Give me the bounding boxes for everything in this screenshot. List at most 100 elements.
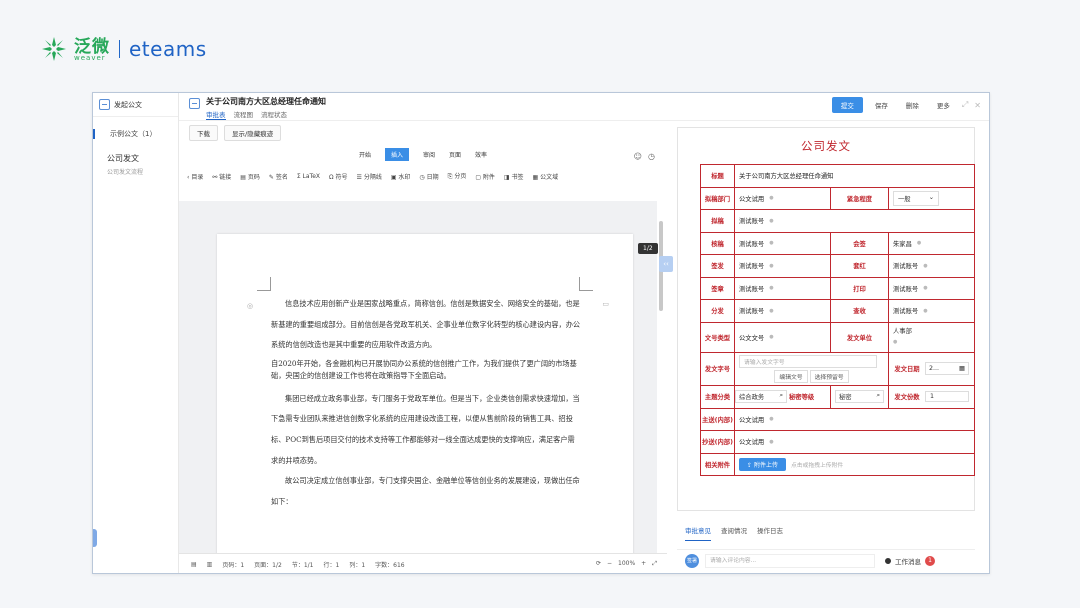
tree-root[interactable]: 示例公文（1）: [93, 129, 178, 139]
document-icon: [189, 98, 200, 109]
clock-icon[interactable]: ◷: [648, 152, 655, 161]
label-unit: 发文单位: [830, 321, 889, 353]
toolbar-attachment[interactable]: ▢ 附件: [475, 172, 495, 181]
toolbar-docfield[interactable]: ▦ 公文域: [533, 172, 559, 181]
seal-field[interactable]: 测试账号 ●: [739, 284, 826, 293]
tab-review[interactable]: 审阅: [423, 150, 435, 159]
docno-input[interactable]: 请输入发文字号: [739, 354, 877, 368]
pick-reserved-no-button[interactable]: 选择预留号: [809, 369, 849, 383]
document-body[interactable]: 信息技术应用创新产业是国家战略重点，简称信创。信创是数据安全、网络安全的基础，也…: [271, 294, 581, 512]
tab-insert[interactable]: 插入: [384, 147, 409, 161]
upload-button[interactable]: ⇪ 附件上传: [739, 457, 786, 471]
outline-icon[interactable]: ▤: [191, 561, 197, 568]
avatar[interactable]: 签署: [685, 553, 699, 568]
document-page[interactable]: ◎ ▭ 信息技术应用创新产业是国家战略重点，简称信创。信创是数据安全、网络安全的…: [217, 234, 633, 573]
toggle-marks-button[interactable]: 显示/隐藏痕迹: [224, 125, 282, 141]
proof-field[interactable]: 测试账号 ●: [893, 306, 970, 316]
editor-canvas: ◎ ▭ 信息技术应用创新产业是国家战略重点，简称信创。信创是数据安全、网络安全的…: [179, 201, 657, 573]
secret-level-field[interactable]: 秘密 ⌕: [835, 390, 884, 403]
tab-flow-chart[interactable]: 流程图: [234, 109, 254, 120]
tab-page[interactable]: 页面: [449, 150, 461, 159]
label-subject-category: 主题分类: [700, 384, 735, 409]
toolbar-pagenum[interactable]: ▤ 页码: [240, 172, 260, 181]
brand-en: weaver: [74, 53, 106, 62]
sidebar-header[interactable]: 发起公文: [93, 93, 178, 117]
work-message-button[interactable]: 工作消息 1: [885, 555, 935, 566]
note-icon[interactable]: ▭: [602, 300, 609, 308]
status-bar: ▤ ▥ 页码：1 页面：1/2 节：1/1 行：1 列：1 字数：616 ⟳ −…: [179, 553, 667, 573]
sidebar-item-company-doc[interactable]: 公司发文: [107, 153, 178, 164]
tab-approval-form[interactable]: 审批表: [206, 109, 226, 120]
comment-row: 签署 请输入评论内容... 工作消息 1: [677, 549, 975, 571]
cc-field[interactable]: 公文试用 ●: [739, 437, 970, 447]
toolbar-toc[interactable]: ‹ 目录: [187, 172, 203, 181]
countersign-field[interactable]: 朱家昌 ●: [893, 239, 970, 248]
app-window: 发起公文 示例公文（1） 公司发文 公司发文流程 关于公司南方大区总经理任命通知…: [92, 92, 990, 574]
bot-icon[interactable]: ☺: [634, 152, 642, 161]
doctype-field[interactable]: 公文文号 ●: [739, 333, 826, 342]
toolbar-latex[interactable]: Σ LaTeX: [297, 173, 320, 180]
urgency-select[interactable]: 一般 ⌄: [893, 190, 939, 206]
fullscreen-icon[interactable]: ⤢: [652, 560, 657, 568]
toolbar-sign[interactable]: ✎ 签名: [269, 172, 288, 181]
top-bar: 关于公司南方大区总经理任命通知 审批表 流程图 流程状态 提交 保存 删除 更多…: [179, 93, 989, 121]
brand-product: eteams: [129, 37, 207, 61]
sidebar-collapse-handle[interactable]: [93, 529, 97, 547]
label-urgency: 紧急程度: [830, 186, 889, 210]
submit-button[interactable]: 提交: [831, 97, 863, 113]
upload-hint: 点击或拖拽上传附件: [790, 462, 844, 469]
label-distribute: 分发: [700, 299, 735, 323]
zoom-in-icon[interactable]: +: [641, 560, 646, 568]
unit-field[interactable]: 人事部 ●: [893, 327, 970, 347]
download-button[interactable]: 下载: [189, 125, 218, 141]
layout-icon[interactable]: ▥: [207, 561, 213, 568]
paragraph: 信息技术应用创新产业是国家战略重点，简称信创。信创是数据安全、网络安全的基础，也…: [271, 299, 581, 350]
zoom-level: 100%: [618, 560, 636, 567]
more-button[interactable]: 更多: [931, 97, 956, 113]
expand-icon[interactable]: ⤢: [962, 100, 968, 110]
label-docno: 发文字号: [700, 351, 735, 386]
comment-input[interactable]: 请输入评论内容...: [705, 553, 875, 568]
checker-field[interactable]: 测试账号 ●: [739, 239, 826, 248]
close-icon[interactable]: ✕: [974, 101, 981, 110]
dept-field[interactable]: 公文试用 ●: [739, 194, 826, 203]
brand-logo: 泛微 weaver eteams: [40, 34, 207, 64]
tab-efficiency[interactable]: 效率: [475, 150, 487, 159]
redhead-field[interactable]: 测试账号 ●: [893, 261, 970, 271]
status-row: 行：1: [323, 562, 340, 569]
tab-flow-status[interactable]: 流程状态: [261, 109, 287, 120]
print-field[interactable]: 测试账号 ●: [893, 284, 970, 293]
toolbar-date[interactable]: ◷ 日期: [419, 172, 438, 181]
distribute-field[interactable]: 测试账号 ●: [739, 306, 826, 316]
toolbar-bookmark[interactable]: ◨ 书签: [504, 172, 524, 181]
toolbar-symbol[interactable]: Ω 符号: [329, 172, 348, 181]
comment-icon[interactable]: ◎: [247, 302, 253, 310]
date-picker[interactable]: 2... ▦: [925, 362, 969, 375]
document-title: 关于公司南方大区总经理任命通知: [206, 97, 326, 106]
subject-field[interactable]: 关于公司南方大区总经理任命通知: [739, 171, 970, 180]
save-button[interactable]: 保存: [869, 97, 894, 113]
weaver-leaf-icon: [40, 35, 68, 63]
tab-start[interactable]: 开始: [359, 150, 371, 159]
toolbar-divider[interactable]: ☰ 分隔线: [357, 172, 382, 181]
toolbar-watermark[interactable]: ▣ 水印: [391, 172, 411, 181]
drafter-field[interactable]: 测试账号 ●: [739, 216, 970, 226]
subject-category-field[interactable]: 综合政务 ⌕: [735, 390, 787, 403]
label-copies: 发文份数: [894, 394, 920, 401]
toolbar-pagebreak[interactable]: ⎘ 分页: [448, 171, 467, 181]
tab-read-status[interactable]: 查阅情况: [721, 525, 747, 541]
zoom-out-icon[interactable]: −: [607, 560, 612, 568]
tab-approval-comments[interactable]: 审批意见: [685, 525, 711, 541]
label-issuer: 签发: [700, 254, 735, 278]
delete-button[interactable]: 删除: [900, 97, 925, 113]
issuer-field[interactable]: 测试账号 ●: [739, 261, 826, 271]
edit-docno-button[interactable]: 编辑文号: [774, 369, 808, 383]
copies-field[interactable]: 1: [925, 391, 969, 402]
toolbar-link[interactable]: ⚯ 链接: [212, 172, 231, 181]
sidebar-item-sub[interactable]: 公司发文流程: [107, 167, 178, 176]
label-dept: 拟稿部门: [700, 186, 735, 210]
tab-operation-log[interactable]: 操作日志: [757, 525, 783, 541]
to-field[interactable]: 公文试用 ●: [739, 415, 970, 424]
panel-collapse-toggle[interactable]: ‹‹: [659, 256, 673, 272]
sync-icon[interactable]: ⟳: [596, 560, 601, 568]
